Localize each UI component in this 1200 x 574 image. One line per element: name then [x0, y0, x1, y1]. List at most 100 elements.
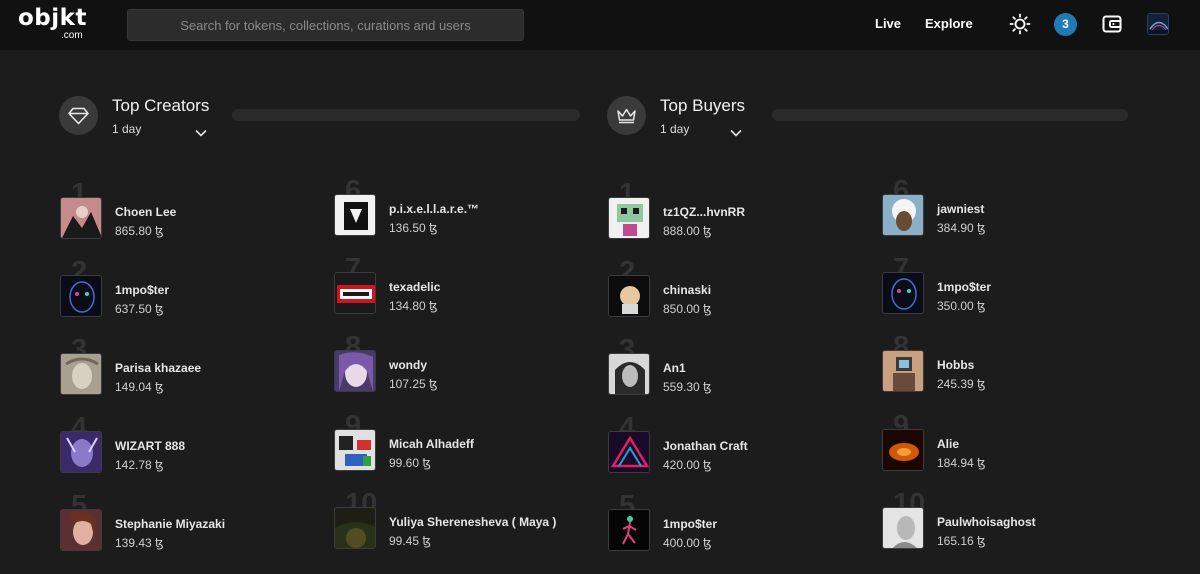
creator-name: Micah Alhadeff [389, 437, 474, 451]
chevron-down-icon[interactable] [730, 124, 742, 137]
creator-volume: 134.80 ꜩ [389, 299, 438, 313]
creator-avatar [60, 509, 102, 551]
creator-volume: 99.45 ꜩ [389, 534, 431, 548]
top-creators-period[interactable]: 1 day [112, 122, 141, 136]
objkt-logo[interactable]: objkt .com [18, 6, 94, 44]
buyer-avatar [882, 507, 924, 549]
buyer-avatar [608, 275, 650, 317]
creator-entry[interactable]: 6 p.i.x.e.l.l.a.r.e.™ 136.50 ꜩ [334, 176, 564, 240]
creator-avatar [60, 353, 102, 395]
creator-entry[interactable]: 9 Micah Alhadeff 99.60 ꜩ [334, 411, 564, 475]
diamond-icon [59, 96, 98, 135]
buyer-volume: 184.94 ꜩ [937, 456, 986, 470]
buyer-entry[interactable]: 8 Hobbs 245.39 ꜩ [882, 332, 1112, 396]
creator-avatar [60, 431, 102, 473]
creator-entry[interactable]: 5 Stephanie Miyazaki 139.43 ꜩ [60, 491, 290, 555]
buyer-name: Paulwhoisaghost [937, 515, 1036, 529]
chevron-down-icon[interactable] [195, 124, 207, 137]
logo-subtext: .com [61, 30, 83, 41]
buyer-volume: 384.90 ꜩ [937, 221, 986, 235]
profile-avatar[interactable] [1147, 13, 1169, 35]
creator-avatar [60, 197, 102, 239]
nav-live-link[interactable]: Live [875, 16, 901, 32]
buyer-volume: 350.00 ꜩ [937, 299, 986, 313]
creator-volume: 142.78 ꜩ [115, 458, 164, 472]
buyer-volume: 245.39 ꜩ [937, 377, 986, 391]
buyer-name: 1mpo$ter [937, 280, 992, 294]
creator-volume: 637.50 ꜩ [115, 302, 164, 316]
top-navigation-bar: objkt .com Live Explore 3 [0, 0, 1200, 50]
buyer-entry[interactable]: 5 1mpo$ter 400.00 ꜩ [608, 491, 838, 555]
creator-volume: 136.50 ꜩ [389, 221, 438, 235]
buyer-avatar [882, 350, 924, 392]
buyer-entry[interactable]: 9 Alie 184.94 ꜩ [882, 411, 1112, 475]
top-buyers-period[interactable]: 1 day [660, 122, 689, 136]
buyer-avatar [882, 429, 924, 471]
buyer-entry[interactable]: 7 1mpo$ter 350.00 ꜩ [882, 254, 1112, 318]
buyer-name: chinaski [663, 283, 712, 297]
buyer-volume: 850.00 ꜩ [663, 302, 712, 316]
sun-icon[interactable] [1009, 13, 1031, 35]
buyer-name: 1mpo$ter [663, 517, 718, 531]
creator-volume: 865.80 ꜩ [115, 224, 164, 238]
top-creators-title: Top Creators [112, 96, 210, 115]
creator-name: 1mpo$ter [115, 283, 170, 297]
creator-name: WIZART 888 [115, 439, 186, 453]
buyer-name: Jonathan Craft [663, 439, 748, 453]
buyer-volume: 420.00 ꜩ [663, 458, 712, 472]
creator-name: Parisa khazaee [115, 361, 202, 375]
creator-name: wondy [389, 358, 427, 372]
creator-name: Stephanie Miyazaki [115, 517, 226, 531]
notification-badge[interactable]: 3 [1054, 13, 1077, 36]
buyer-entry[interactable]: 1 tz1QZ...hvnRR 888.00 ꜩ [608, 179, 838, 243]
creator-avatar [60, 275, 102, 317]
creator-volume: 107.25 ꜩ [389, 377, 438, 391]
buyer-name: jawniest [937, 202, 985, 216]
buyer-entry[interactable]: 10 Paulwhoisaghost 165.16 ꜩ [882, 489, 1112, 553]
creator-name: p.i.x.e.l.l.a.r.e.™ [389, 202, 480, 216]
buyer-entry[interactable]: 6 jawniest 384.90 ꜩ [882, 176, 1112, 240]
creator-name: texadelic [389, 280, 441, 294]
creator-entry[interactable]: 4 WIZART 888 142.78 ꜩ [60, 413, 290, 477]
buyer-name: tz1QZ...hvnRR [663, 205, 746, 219]
creator-entry[interactable]: 7 texadelic 134.80 ꜩ [334, 254, 564, 318]
crown-icon [607, 96, 646, 135]
buyer-volume: 165.16 ꜩ [937, 534, 986, 548]
top-buyers-title: Top Buyers [660, 96, 746, 115]
creator-avatar [334, 350, 376, 392]
buyer-avatar [608, 509, 650, 551]
buyer-entry[interactable]: 4 Jonathan Craft 420.00 ꜩ [608, 413, 838, 477]
creator-volume: 99.60 ꜩ [389, 456, 431, 470]
creator-volume: 149.04 ꜩ [115, 380, 164, 394]
buyer-volume: 888.00 ꜩ [663, 224, 712, 238]
nav-explore-link[interactable]: Explore [925, 16, 973, 32]
creator-name: Choen Lee [115, 205, 177, 219]
creator-entry[interactable]: 3 Parisa khazaee 149.04 ꜩ [60, 335, 290, 399]
buyer-volume: 559.30 ꜩ [663, 380, 712, 394]
creator-avatar [334, 272, 376, 314]
buyer-avatar [882, 194, 924, 236]
logo-text: objkt [18, 5, 87, 31]
creator-entry[interactable]: 8 wondy 107.25 ꜩ [334, 332, 564, 396]
creator-entry[interactable]: 1 Choen Lee 865.80 ꜩ [60, 179, 290, 243]
buyer-avatar [608, 353, 650, 395]
creator-avatar [334, 194, 376, 236]
buyer-avatar [608, 431, 650, 473]
buyer-name: Hobbs [937, 358, 975, 372]
buyer-avatar [608, 197, 650, 239]
buyer-name: An1 [663, 361, 686, 375]
creator-entry[interactable]: 2 1mpo$ter 637.50 ꜩ [60, 257, 290, 321]
search-input[interactable] [127, 9, 524, 41]
loading-placeholder-bar [772, 109, 1128, 121]
buyer-name: Alie [937, 437, 960, 451]
buyer-entry[interactable]: 2 chinaski 850.00 ꜩ [608, 257, 838, 321]
creator-name: Yuliya Sherenesheva ( Maya ) [389, 515, 557, 529]
loading-placeholder-bar [232, 109, 580, 121]
buyer-entry[interactable]: 3 An1 559.30 ꜩ [608, 335, 838, 399]
creator-avatar [334, 429, 376, 471]
buyer-volume: 400.00 ꜩ [663, 536, 712, 550]
buyer-avatar [882, 272, 924, 314]
creator-avatar [334, 507, 376, 549]
wallet-icon[interactable] [1102, 14, 1122, 34]
creator-entry[interactable]: 10 Yuliya Sherenesheva ( Maya ) 99.45 ꜩ [334, 489, 564, 553]
